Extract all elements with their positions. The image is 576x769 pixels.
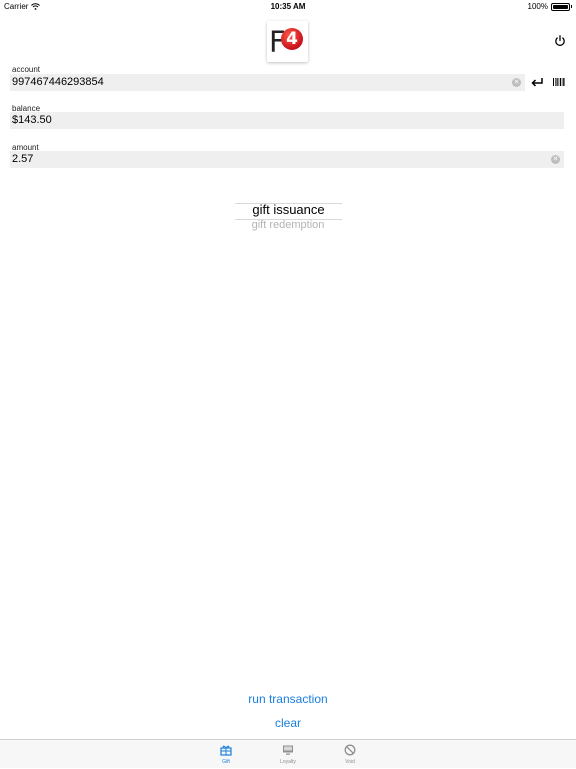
- account-clear-icon[interactable]: ✕: [512, 78, 521, 87]
- tab-void[interactable]: Void: [320, 740, 380, 769]
- prohibited-icon: [344, 744, 356, 756]
- account-value: 997467446293854: [12, 76, 104, 88]
- account-label: account: [12, 65, 41, 74]
- monitor-icon: [283, 745, 293, 755]
- clear-button[interactable]: clear: [0, 716, 576, 730]
- tab-gift[interactable]: Gift: [196, 740, 256, 769]
- balance-field: $143.50: [10, 112, 564, 129]
- tab-bar: Gift Loyalty Void: [0, 739, 576, 768]
- tab-void-label: Void: [345, 759, 355, 765]
- status-bar: Carrier 10:35 AM 100%: [0, 0, 576, 12]
- balance-value: $143.50: [12, 114, 52, 126]
- status-right: 100%: [528, 2, 572, 11]
- battery-percent: 100%: [527, 2, 548, 11]
- power-icon[interactable]: [554, 35, 566, 47]
- picker-next-option[interactable]: gift redemption: [0, 219, 576, 231]
- tab-gift-label: Gift: [222, 759, 230, 765]
- amount-clear-icon[interactable]: ✕: [551, 155, 560, 164]
- amount-value: 2.57: [12, 153, 34, 165]
- account-field[interactable]: 997467446293854 ✕: [10, 74, 525, 91]
- battery-cap: [571, 5, 572, 8]
- enter-icon[interactable]: [530, 75, 544, 89]
- status-time: 10:35 AM: [270, 2, 306, 11]
- logo-badge: 4: [281, 28, 303, 50]
- run-transaction-button[interactable]: run transaction: [0, 692, 576, 706]
- tab-loyalty-label: Loyalty: [280, 759, 296, 765]
- app-logo: F 4: [267, 21, 308, 62]
- amount-field[interactable]: 2.57 ✕: [10, 151, 564, 168]
- picker-selected-option[interactable]: gift issuance: [235, 202, 342, 217]
- tab-loyalty[interactable]: Loyalty: [258, 740, 318, 769]
- gift-icon: [220, 745, 232, 756]
- battery-icon: [551, 2, 570, 11]
- barcode-icon[interactable]: [553, 78, 565, 86]
